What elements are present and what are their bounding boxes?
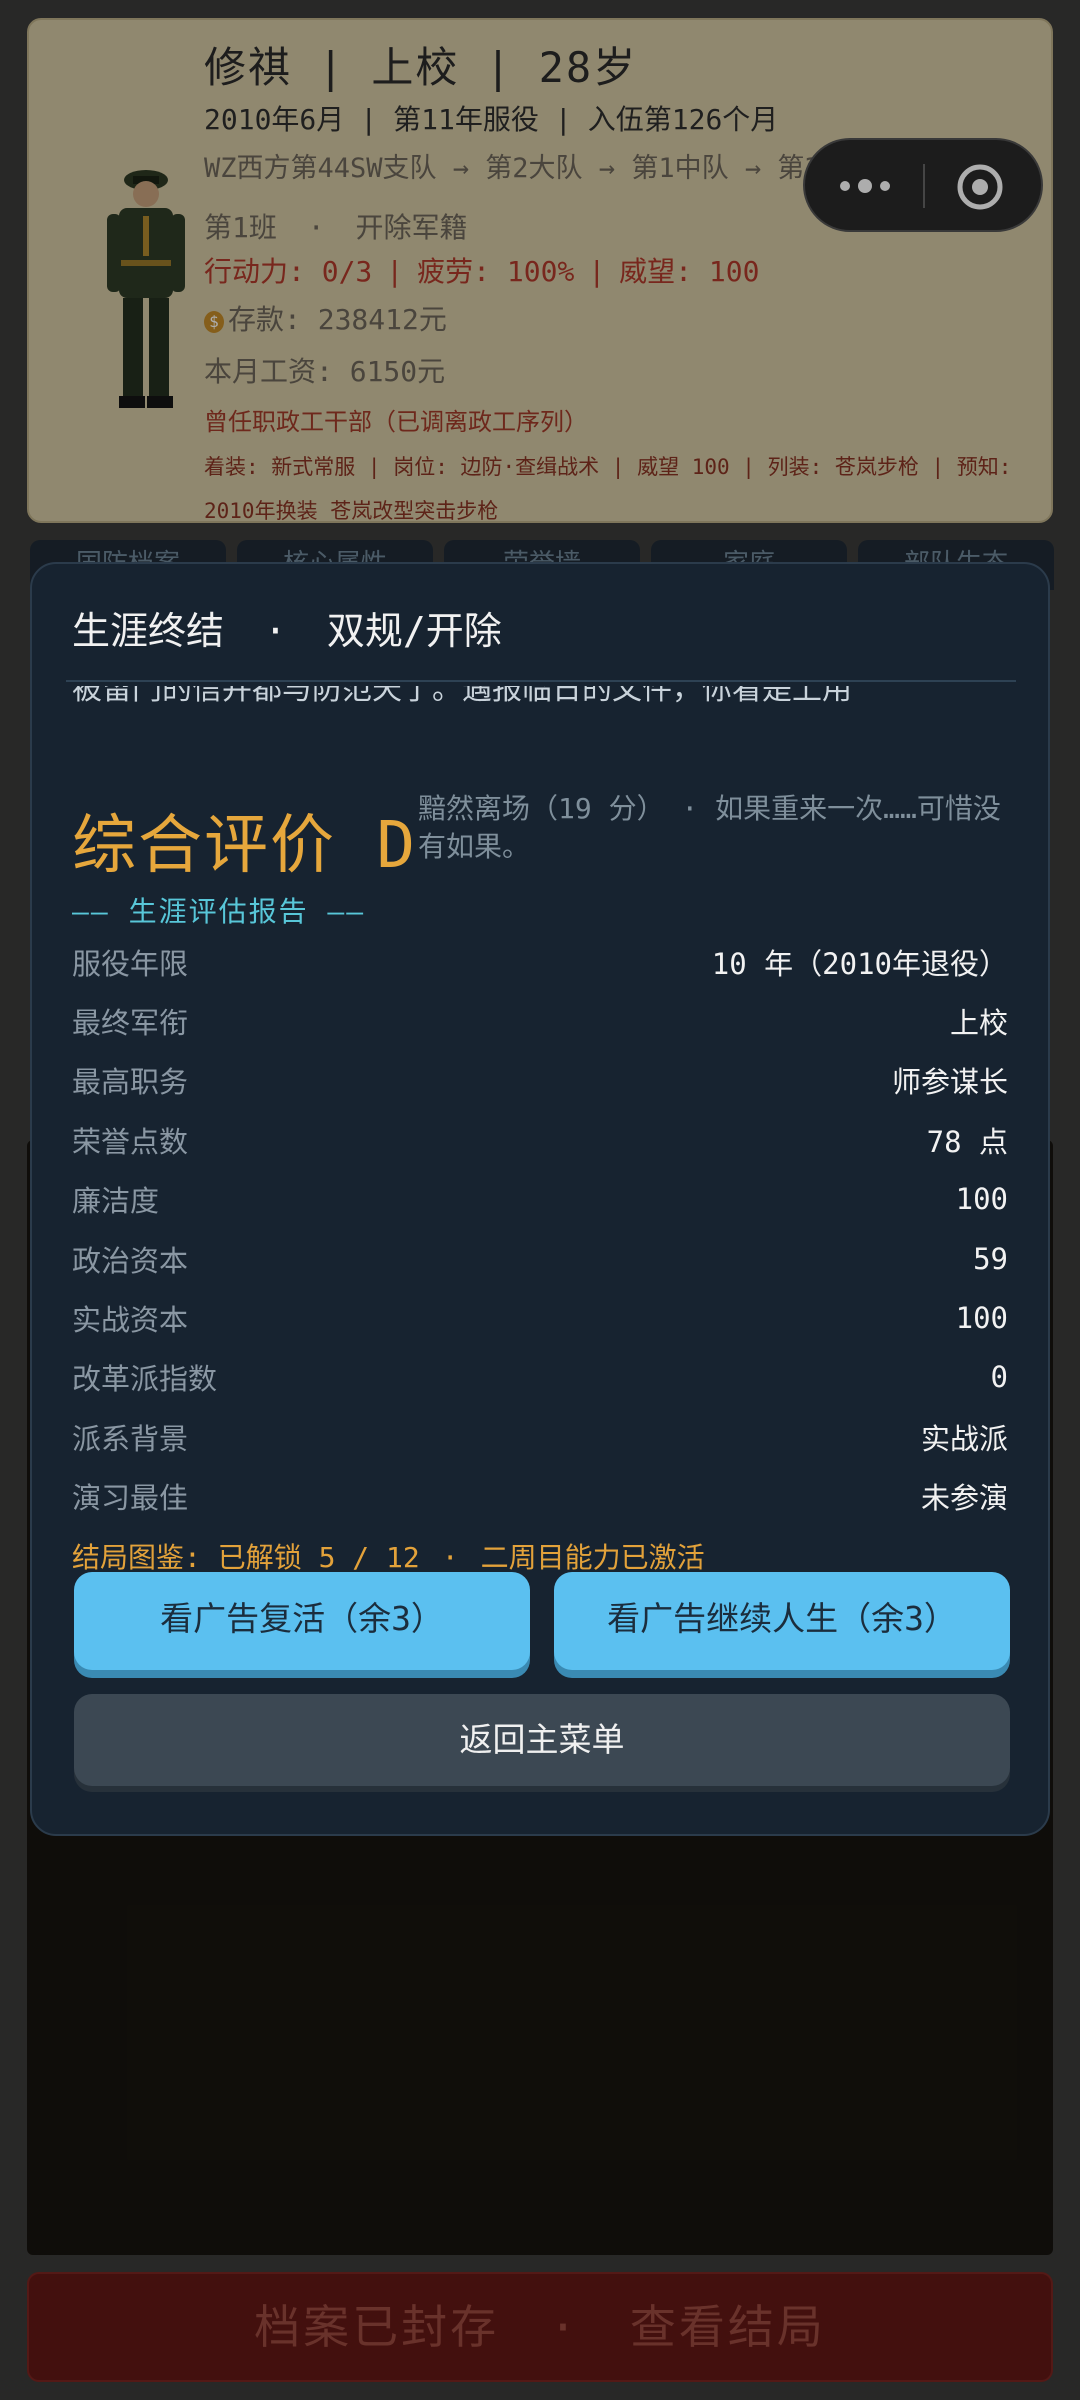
report-header: —— 生涯评估报告 ——: [72, 895, 366, 928]
scrolled-text: 被留门的信并都与防范天了。遇报临日的文件，你看是上用: [72, 686, 852, 707]
report-row: 荣誉点数 78 点: [72, 1110, 1008, 1169]
report-key: 政治资本: [72, 1243, 189, 1278]
report-value: 100: [955, 1182, 1008, 1217]
report-value: 实战派: [920, 1421, 1008, 1456]
report-value: 78 点: [926, 1124, 1008, 1159]
report-row: 最高职务 师参谋长: [72, 1051, 1008, 1110]
report-row: 政治资本 59: [72, 1229, 1008, 1288]
report-row: 派系背景 实战派: [72, 1407, 1008, 1466]
report-row: 演习最佳 未参演: [72, 1467, 1008, 1526]
report-row: 实战资本 100: [72, 1288, 1008, 1347]
modal-divider: [66, 680, 1016, 682]
report-key: 实战资本: [72, 1303, 189, 1338]
codex-progress: 结局图鉴: 已解锁 5 / 12: [72, 1541, 420, 1574]
report-row: 服役年限 10 年（2010年退役）: [72, 932, 1008, 991]
report-key: 廉洁度: [72, 1184, 160, 1219]
report-key: 改革派指数: [72, 1362, 218, 1397]
report-row: 最终军衔 上校: [72, 991, 1008, 1050]
report-key: 演习最佳: [72, 1481, 189, 1516]
modal-subtitle: 双规/开除: [326, 609, 502, 653]
modal-title-separator: ·: [264, 609, 287, 653]
report-value: 100: [955, 1301, 1008, 1336]
main-menu-button[interactable]: 返回主菜单: [74, 1694, 1010, 1786]
career-end-modal: 生涯终结 · 双规/开除 被留门的信并都与防范天了。遇报临日的文件，你看是上用 综合…: [30, 562, 1050, 1836]
report-value: 59: [973, 1241, 1008, 1276]
report-value: 未参演: [920, 1481, 1008, 1516]
report-key: 荣誉点数: [72, 1124, 189, 1159]
report-value: 0: [990, 1360, 1008, 1395]
overall-grade: 综合评价 D: [72, 809, 418, 883]
ending-codex: 结局图鉴: 已解锁 5 / 12 · 二周目能力已激活: [72, 1536, 705, 1576]
modal-title: 生涯终结 · 双规/开除: [72, 600, 502, 655]
report-table: 服役年限 10 年（2010年退役） 最终军衔 上校 最高职务 师参谋长 荣誉点数 78…: [72, 932, 1008, 1526]
watch-ad-continue-button[interactable]: 看广告继续人生（余3）: [554, 1572, 1010, 1670]
report-key: 最终军衔: [72, 1006, 189, 1041]
report-value: 10 年（2010年退役）: [711, 946, 1008, 981]
report-key: 服役年限: [72, 946, 189, 981]
report-key: 最高职务: [72, 1065, 189, 1100]
report-key: 派系背景: [72, 1421, 189, 1456]
report-value: 上校: [949, 1006, 1008, 1041]
report-row: 廉洁度 100: [72, 1170, 1008, 1229]
modal-title-main: 生涯终结: [72, 609, 225, 653]
report-row: 改革派指数 0: [72, 1348, 1008, 1407]
grade-note: 黯然离场（19 分） · 如果重来一次……可惜没有如果。: [418, 792, 1001, 863]
watch-ad-revive-button[interactable]: 看广告复活（余3）: [74, 1572, 530, 1670]
codex-separator: ·: [441, 1541, 459, 1574]
report-value: 师参谋长: [891, 1065, 1008, 1100]
new-game-plus-status: 二周目能力已激活: [480, 1541, 705, 1574]
